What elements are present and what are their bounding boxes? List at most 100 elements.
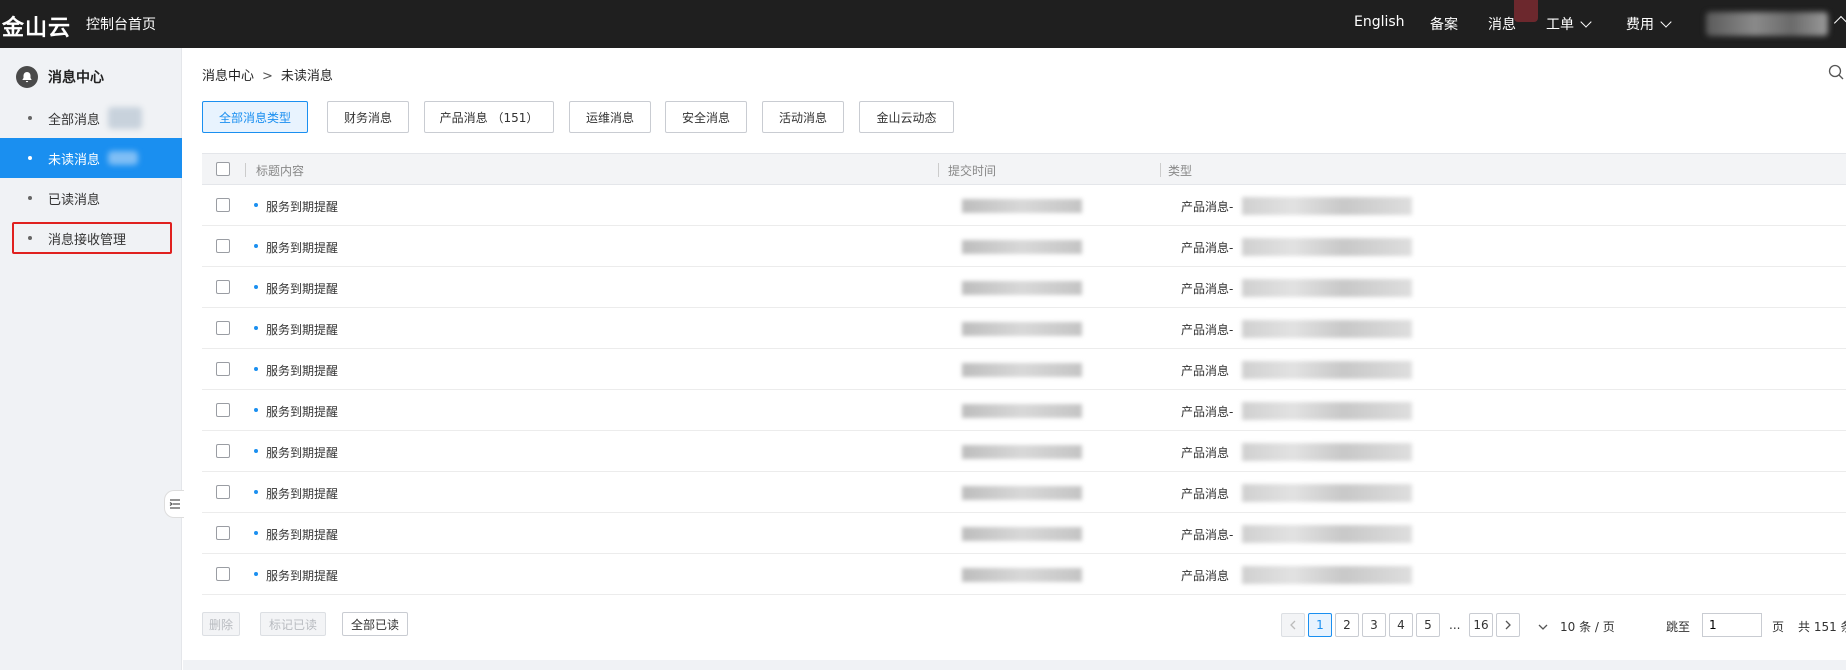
message-title-link[interactable]: 服务到期提醒 <box>266 485 338 502</box>
count-badge <box>108 107 143 129</box>
page-button-5[interactable]: 5 <box>1416 613 1440 637</box>
sidebar-item-all-messages[interactable]: 全部消息 <box>0 98 182 138</box>
unread-dot-icon <box>254 490 258 494</box>
table-row[interactable]: 服务到期提醒 产品消息- <box>202 390 1846 431</box>
submit-time-cell <box>962 240 1082 254</box>
row-checkbox[interactable] <box>216 239 230 253</box>
page-button-3[interactable]: 3 <box>1362 613 1386 637</box>
message-type-cell: 产品消息- <box>1181 282 1234 296</box>
next-page-button[interactable] <box>1496 613 1520 637</box>
english-link[interactable]: English <box>1354 14 1405 30</box>
message-type-detail <box>1242 525 1412 543</box>
sidebar-collapse-handle[interactable] <box>164 490 184 518</box>
sidebar-item-read-messages[interactable]: 已读消息 <box>0 178 182 218</box>
table-row[interactable]: 服务到期提醒 产品消息 <box>202 349 1846 390</box>
select-all-checkbox[interactable] <box>216 162 230 176</box>
message-type-cell: 产品消息- <box>1181 200 1234 214</box>
bullet-icon <box>28 156 32 160</box>
sidebar-item-label: 未读消息 <box>48 152 101 168</box>
row-checkbox[interactable] <box>216 280 230 294</box>
user-account-menu[interactable] <box>1706 12 1828 36</box>
filter-activity-button[interactable]: 活动消息 <box>762 101 844 133</box>
breadcrumb-root[interactable]: 消息中心 <box>202 69 254 84</box>
row-checkbox[interactable] <box>216 198 230 212</box>
page-button-16[interactable]: 16 <box>1469 613 1493 637</box>
row-checkbox[interactable] <box>216 567 230 581</box>
submit-time-cell <box>962 527 1082 541</box>
page-button-2[interactable]: 2 <box>1335 613 1359 637</box>
row-checkbox[interactable] <box>216 321 230 335</box>
mark-all-read-button[interactable]: 全部已读 <box>342 612 408 636</box>
table-row[interactable]: 服务到期提醒 产品消息 <box>202 431 1846 472</box>
sidebar-item-unread-messages[interactable]: 未读消息 <box>0 138 182 178</box>
filter-news-button[interactable]: 金山云动态 <box>859 101 954 133</box>
table-row[interactable]: 服务到期提醒 产品消息- <box>202 185 1846 226</box>
messages-link[interactable]: 消息 <box>1488 14 1516 34</box>
column-divider <box>245 163 246 177</box>
column-divider <box>1160 163 1161 177</box>
breadcrumb: 消息中心 > 未读消息 <box>202 65 333 84</box>
filter-product-button[interactable]: 产品消息 （151） <box>424 101 554 133</box>
message-title-link[interactable]: 服务到期提醒 <box>266 280 338 297</box>
message-title-link[interactable]: 服务到期提醒 <box>266 362 338 379</box>
message-title-link[interactable]: 服务到期提醒 <box>266 239 338 256</box>
billing-label: 费用 <box>1626 17 1654 33</box>
table-row[interactable]: 服务到期提醒 产品消息- <box>202 513 1846 554</box>
column-header-time: 提交时间 <box>948 164 997 178</box>
submit-time-cell <box>962 322 1082 336</box>
row-checkbox[interactable] <box>216 526 230 540</box>
delete-button[interactable]: 删除 <box>202 612 240 636</box>
messages-table: 标题内容 提交时间 类型 服务到期提醒 产品消息- 服务到期提醒 产品消息- 服务到期提… <box>202 153 1846 595</box>
column-divider <box>938 163 939 177</box>
table-row[interactable]: 服务到期提醒 产品消息- <box>202 226 1846 267</box>
jump-page-input[interactable] <box>1702 613 1762 637</box>
console-home-link[interactable]: 控制台首页 <box>86 14 156 34</box>
submit-time-cell <box>962 199 1082 213</box>
message-type-detail <box>1242 443 1412 461</box>
message-type-detail <box>1242 238 1412 256</box>
message-title-link[interactable]: 服务到期提醒 <box>266 444 338 461</box>
row-checkbox[interactable] <box>216 403 230 417</box>
page-button-4[interactable]: 4 <box>1389 613 1413 637</box>
sidebar-item-label: 已读消息 <box>48 192 101 208</box>
message-title-link[interactable]: 服务到期提醒 <box>266 567 338 584</box>
page-button-1[interactable]: 1 <box>1308 613 1332 637</box>
message-title-link[interactable]: 服务到期提醒 <box>266 198 338 215</box>
tickets-label: 工单 <box>1546 17 1574 33</box>
bullet-icon <box>28 116 32 120</box>
message-type-detail <box>1242 320 1412 338</box>
message-title-link[interactable]: 服务到期提醒 <box>266 403 338 420</box>
filter-security-button[interactable]: 安全消息 <box>665 101 747 133</box>
billing-menu[interactable]: 费用 <box>1626 14 1672 34</box>
table-row[interactable]: 服务到期提醒 产品消息- <box>202 267 1846 308</box>
table-row[interactable]: 服务到期提醒 产品消息 <box>202 554 1846 595</box>
message-type-detail <box>1242 279 1412 297</box>
sidebar-item-message-settings[interactable]: 消息接收管理 <box>0 218 182 258</box>
filter-all-types-button[interactable]: 全部消息类型 <box>202 101 308 133</box>
menu-collapse-icon <box>169 499 180 509</box>
message-type-cell: 产品消息 <box>1181 446 1230 460</box>
unread-dot-icon <box>254 244 258 248</box>
submit-time-cell <box>962 281 1082 295</box>
page-size-select[interactable]: 10 条 / 页 <box>1538 618 1615 635</box>
search-icon[interactable] <box>1828 64 1844 80</box>
filter-ops-button[interactable]: 运维消息 <box>569 101 651 133</box>
row-checkbox[interactable] <box>216 444 230 458</box>
message-title-link[interactable]: 服务到期提醒 <box>266 526 338 543</box>
table-row[interactable]: 服务到期提醒 产品消息 <box>202 472 1846 513</box>
footer-strip <box>183 660 1846 670</box>
row-checkbox[interactable] <box>216 485 230 499</box>
tickets-menu[interactable]: 工单 <box>1546 14 1592 34</box>
chevron-up-icon[interactable] <box>1833 15 1846 31</box>
row-checkbox[interactable] <box>216 362 230 376</box>
table-row[interactable]: 服务到期提醒 产品消息- <box>202 308 1846 349</box>
filter-finance-button[interactable]: 财务消息 <box>327 101 409 133</box>
message-title-link[interactable]: 服务到期提醒 <box>266 321 338 338</box>
message-type-cell: 产品消息 <box>1181 569 1230 583</box>
mark-read-button[interactable]: 标记已读 <box>260 612 326 636</box>
brand-logo[interactable]: 金山云 <box>2 10 71 42</box>
prev-page-button[interactable] <box>1281 613 1305 637</box>
message-type-cell: 产品消息- <box>1181 528 1234 542</box>
beian-link[interactable]: 备案 <box>1430 14 1458 34</box>
unread-dot-icon <box>254 449 258 453</box>
